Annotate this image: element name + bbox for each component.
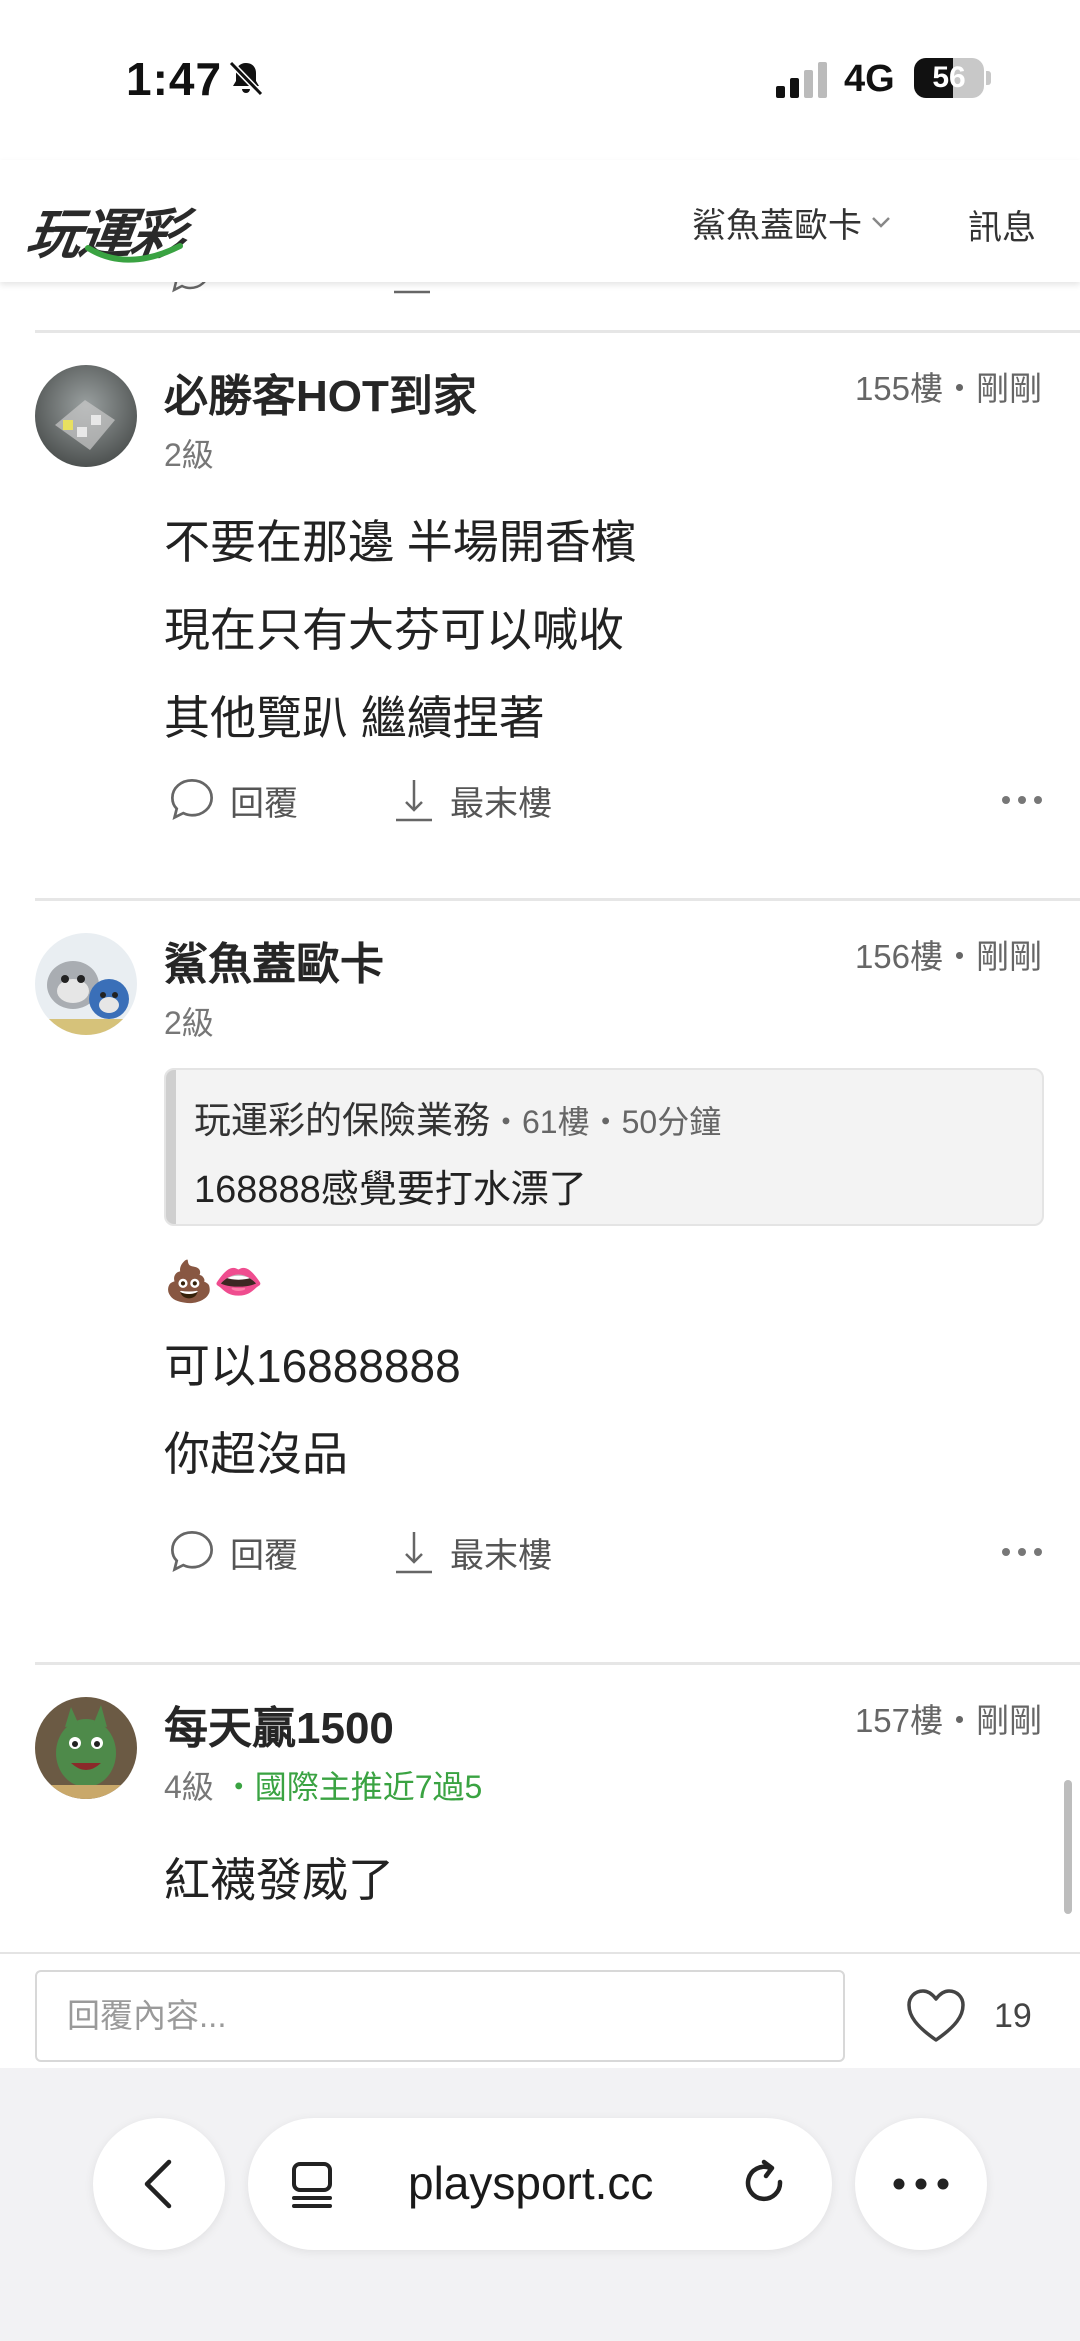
messages-link[interactable]: 訊息 xyxy=(968,200,1036,249)
user-level-row: 4級 ・國際主推近7過5 xyxy=(164,1762,482,1808)
browser-toolbar: playsport.cc xyxy=(0,2068,1080,2341)
post-155: 必勝客HOT到家 155樓・剛剛 2級 不要在那邊 半場開香檳 現在只有大芬可以… xyxy=(0,332,1080,882)
quote-text: 168888感覺要打水漂了 xyxy=(194,1169,587,1211)
user-level: 2級 xyxy=(164,437,214,473)
floor-meta: 155樓・剛剛 xyxy=(854,370,1042,407)
battery-icon: 56 xyxy=(914,58,991,98)
avatar[interactable] xyxy=(35,933,137,1035)
post-actions: 回覆 最末樓 xyxy=(164,770,1044,830)
post-text-line: 不要在那邊 半場開香檳 xyxy=(164,516,637,568)
post-156: 鯊魚蓋歐卡 156樓・剛剛 2級 玩運彩的保險業務・61樓・50分鐘 16888… xyxy=(0,900,1080,1575)
reply-label: 回覆 xyxy=(230,1536,298,1575)
site-header: 玩運彩 鯊魚蓋歐卡 訊息 xyxy=(0,160,1080,282)
quoted-post[interactable]: 玩運彩的保險業務・61樓・50分鐘 168888感覺要打水漂了 xyxy=(164,1068,1044,1226)
url-text: playsport.cc xyxy=(408,2157,654,2209)
network-label: 4G xyxy=(844,58,895,100)
floor-meta: 157樓・剛剛 xyxy=(854,1702,1042,1739)
download-icon xyxy=(396,780,432,822)
post-157: 每天贏1500 157樓・剛剛 4級 ・國際主推近7過5 紅襪發威了 xyxy=(0,1664,1080,1952)
author-name[interactable]: 每天贏1500 xyxy=(164,1692,394,1756)
status-time: 1:47 xyxy=(126,53,223,105)
more-icon[interactable] xyxy=(1000,1542,1044,1562)
reload-icon[interactable] xyxy=(740,2158,792,2210)
comment-icon xyxy=(172,282,206,293)
browser-more-button[interactable] xyxy=(855,2118,987,2250)
battery-level: 56 xyxy=(932,61,966,94)
user-badge[interactable]: ・國際主推近7過5 xyxy=(223,1769,483,1805)
address-bar[interactable]: playsport.cc xyxy=(248,2118,832,2250)
post-actions: 回覆 最末樓 xyxy=(164,1522,1044,1582)
reply-button[interactable]: 回覆 xyxy=(168,1522,298,1582)
like-count: 19 xyxy=(994,1996,1032,2035)
last-floor-button[interactable]: 最末樓 xyxy=(392,1522,552,1582)
comment-icon xyxy=(170,778,214,821)
like-button[interactable]: 19 xyxy=(906,1984,1032,2048)
download-icon xyxy=(394,290,430,294)
user-level: 4級 xyxy=(164,1769,214,1805)
heart-icon xyxy=(907,1989,965,2042)
last-floor-label: 最末樓 xyxy=(450,784,552,823)
thread-content: 必勝客HOT到家 155樓・剛剛 2級 不要在那邊 半場開香檳 現在只有大芬可以… xyxy=(0,282,1080,1952)
more-icon xyxy=(893,2178,949,2190)
previous-post-actions xyxy=(0,282,1080,312)
user-menu-label: 鯊魚蓋歐卡 xyxy=(692,206,862,245)
last-floor-label: 最末樓 xyxy=(450,1536,552,1575)
post-text-line: 現在只有大芬可以喊收 xyxy=(164,604,624,656)
site-logo[interactable]: 玩運彩 xyxy=(23,190,228,265)
reply-input[interactable] xyxy=(35,1970,845,2062)
quote-bar xyxy=(166,1070,176,1224)
post-text-line: 其他覽趴 繼續捏著 xyxy=(164,692,545,744)
user-level: 2級 xyxy=(164,1005,214,1041)
emoji-line: 💩👄 xyxy=(164,1260,264,1304)
download-icon xyxy=(396,1532,432,1574)
post-text-line: 紅襪發威了 xyxy=(164,1854,394,1906)
quote-header: 玩運彩的保險業務・61樓・50分鐘 xyxy=(194,1090,721,1144)
post-text-line: 可以16888888 xyxy=(164,1340,461,1392)
bell-slash-icon xyxy=(228,60,264,97)
chevron-down-icon xyxy=(872,217,890,228)
back-button[interactable] xyxy=(93,2118,225,2250)
reply-label: 回覆 xyxy=(230,784,298,823)
avatar[interactable] xyxy=(35,1697,137,1799)
scrollbar[interactable] xyxy=(1064,1780,1072,1914)
chevron-left-icon xyxy=(144,2159,172,2209)
quote-meta: ・61樓・50分鐘 xyxy=(490,1104,722,1140)
author-name[interactable]: 鯊魚蓋歐卡 xyxy=(164,928,384,992)
reply-bar: 19 xyxy=(0,1952,1080,2068)
signal-icon xyxy=(776,62,827,98)
more-icon[interactable] xyxy=(1000,790,1044,810)
status-bar: 1:47 4G 56 xyxy=(0,0,1080,160)
reply-button[interactable]: 回覆 xyxy=(168,770,298,830)
tab-overview-icon[interactable] xyxy=(288,2160,336,2210)
quote-author: 玩運彩的保險業務 xyxy=(194,1100,490,1141)
author-name[interactable]: 必勝客HOT到家 xyxy=(164,360,477,424)
comment-icon xyxy=(170,1530,214,1573)
avatar[interactable] xyxy=(35,365,137,467)
logo-swoosh-icon xyxy=(85,243,183,263)
post-text-line: 你超沒品 xyxy=(164,1428,348,1480)
user-menu-dropdown[interactable]: 鯊魚蓋歐卡 xyxy=(692,200,892,245)
last-floor-button[interactable]: 最末樓 xyxy=(392,770,552,830)
floor-meta: 156樓・剛剛 xyxy=(854,938,1042,975)
